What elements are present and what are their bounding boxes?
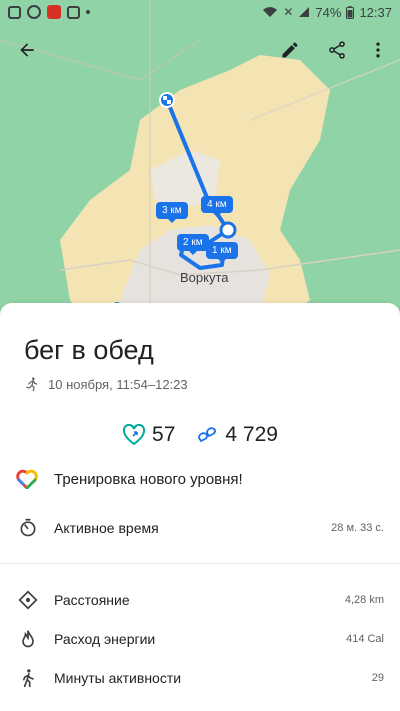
app-notification-icon <box>8 5 21 19</box>
active-time-row: Активное время 28 м. 33 с. <box>16 516 384 540</box>
battery-percent: 74% <box>315 4 342 20</box>
workout-meta: 10 ноября, 11:54–12:23 <box>24 376 188 392</box>
energy-value: 414 Cal <box>346 633 384 645</box>
stats-summary: 57 4 729 <box>0 423 400 447</box>
signal-icon <box>299 7 310 17</box>
edit-button[interactable] <box>268 28 312 72</box>
wifi-icon <box>263 7 278 17</box>
notification-icons <box>8 5 90 19</box>
workout-highlight[interactable]: Тренировка нового уровня! <box>16 469 243 489</box>
distance-icon <box>16 588 40 612</box>
pencil-icon <box>282 42 298 58</box>
mute-icon: ✕ <box>283 5 294 19</box>
red-app-icon <box>47 5 61 19</box>
timer-icon <box>16 516 40 540</box>
battery-icon <box>346 5 355 19</box>
active-minutes-value: 29 <box>371 672 384 684</box>
share-button[interactable] <box>315 28 359 72</box>
walking-person-icon <box>16 666 40 690</box>
distance-row: Расстояние 4,28 km <box>16 588 384 612</box>
workout-title: бег в обед <box>24 335 154 365</box>
end-point-icon <box>219 221 237 239</box>
heart-points-value: 57 <box>152 423 176 446</box>
km-marker-3: 3 км <box>156 202 188 223</box>
messenger-icon <box>27 5 41 19</box>
running-person-icon <box>26 377 38 392</box>
more-vert-icon <box>376 42 380 58</box>
active-time-value: 28 м. 33 с. <box>331 522 384 534</box>
workout-date-time: 10 ноября, 11:54–12:23 <box>48 376 188 392</box>
active-minutes-label: Минуты активности <box>54 670 182 686</box>
highlight-text: Тренировка нового уровня! <box>54 470 243 488</box>
km-marker-2: 2 км <box>177 234 209 255</box>
steps-icon <box>198 427 217 443</box>
distance-value: 4,28 km <box>344 594 384 606</box>
energy-row: Расход энергии 414 Cal <box>16 627 384 651</box>
steps-value: 4 729 <box>225 423 278 446</box>
energy-label: Расход энергии <box>54 631 156 647</box>
city-label: Воркута <box>180 270 229 285</box>
heart-points-stat: 57 <box>122 423 175 447</box>
workout-details-sheet[interactable]: бег в обед 10 ноября, 11:54–12:23 57 4 7… <box>0 303 400 711</box>
heart-points-icon <box>122 424 146 446</box>
gallery-icon <box>67 5 80 19</box>
distance-label: Расстояние <box>54 592 130 608</box>
section-divider <box>0 563 400 564</box>
more-options-button[interactable] <box>356 28 400 72</box>
clock: 12:37 <box>359 4 392 20</box>
active-time-label: Активное время <box>54 520 159 536</box>
km-marker-1: 1 км <box>206 242 238 263</box>
back-button[interactable] <box>5 28 49 72</box>
steps-stat: 4 729 <box>195 423 278 447</box>
active-minutes-row: Минуты активности 29 <box>16 666 384 690</box>
google-fit-heart-icon <box>16 469 38 489</box>
more-notifications-dot <box>86 10 90 14</box>
status-bar: ✕ 74% 12:37 <box>0 0 400 24</box>
app-bar <box>0 28 400 72</box>
finish-flag-icon <box>159 92 175 108</box>
km-marker-4: 4 км <box>201 196 233 217</box>
flame-icon <box>16 627 40 651</box>
arrow-back-icon <box>20 43 34 57</box>
share-icon <box>329 41 345 59</box>
